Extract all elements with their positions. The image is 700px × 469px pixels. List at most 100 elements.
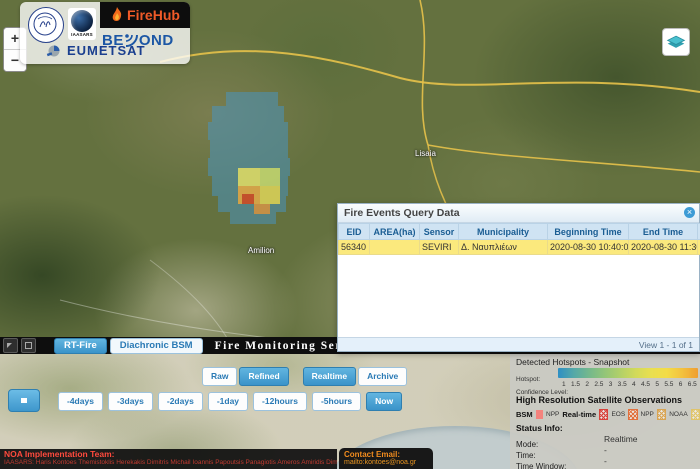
- hotspot-cell-detection: [226, 92, 278, 106]
- status-value: -: [604, 456, 607, 466]
- hotspot-cell-confidence: [238, 168, 260, 186]
- window-icon: [25, 342, 32, 349]
- column-header[interactable]: Municipality: [459, 224, 548, 240]
- panel-toggle-button[interactable]: [8, 389, 40, 412]
- confidence-tick: 6.5: [686, 381, 698, 388]
- confidence-tick: 6: [675, 381, 687, 388]
- layers-button[interactable]: [662, 28, 690, 56]
- time-button-minus-5hours[interactable]: -5hours: [312, 392, 361, 411]
- status-row: Mode:Realtime: [516, 434, 700, 445]
- table-cell: SEVIRI: [420, 240, 459, 255]
- contact-email-value[interactable]: mailto:kontoes@noa.gr: [344, 459, 433, 467]
- close-icon[interactable]: ×: [684, 207, 695, 218]
- iaasars-label: IAASARS: [68, 32, 96, 38]
- legend-status-panel: Detected Hotspots - Snapshot Hotspot: Co…: [510, 354, 700, 469]
- confidence-tick: 2: [581, 381, 593, 388]
- place-label: Amilion: [248, 246, 274, 255]
- time-button-row: -4days -3days -2days -1day -12hours -5hours No…: [58, 392, 402, 411]
- toggle-dot-icon: [21, 398, 27, 403]
- table-cell: 56340: [339, 240, 370, 255]
- button-group: RealtimeArchive: [303, 367, 408, 386]
- contact-email-label: Contact Email:: [344, 450, 433, 459]
- column-header[interactable]: AREA(ha): [370, 224, 420, 240]
- legend-swatch: [628, 409, 637, 420]
- hotspot-cell-confidence: [260, 168, 280, 186]
- tab-rt-fire[interactable]: RT-Fire: [54, 338, 107, 354]
- status-value: -: [604, 445, 607, 455]
- time-button-minus-3days[interactable]: -3days: [108, 392, 153, 411]
- button-group: RawRefined: [202, 367, 289, 386]
- column-header[interactable]: End Time: [629, 224, 698, 240]
- satellite-icon: [46, 43, 63, 58]
- hr-observations-title: High Resolution Satellite Observations: [516, 395, 700, 408]
- fire-events-query-panel: Fire Events Query Data × EIDAREA(ha)Sens…: [337, 203, 700, 352]
- column-header[interactable]: Beginning Time: [548, 224, 629, 240]
- refined-button[interactable]: Refined: [239, 367, 288, 386]
- confidence-tick: 5.5: [663, 381, 675, 388]
- query-panel-header: Fire Events Query Data ×: [338, 204, 699, 223]
- table-cell: [370, 240, 420, 255]
- iaasars-logo: IAASARS: [68, 8, 96, 40]
- legend-label: NPP: [641, 411, 654, 418]
- time-button-minus-1day[interactable]: -1day: [208, 392, 248, 411]
- confidence-tick: 3.5: [616, 381, 628, 388]
- confidence-tick: 1: [558, 381, 570, 388]
- eumetsat-label: EUMETSAT: [67, 43, 146, 58]
- confidence-tick: 5: [651, 381, 663, 388]
- mode-button-groups: RawRefined RealtimeArchive: [202, 367, 407, 386]
- legend-label: NOAA: [669, 411, 687, 418]
- column-header[interactable]: EID: [339, 224, 370, 240]
- legend-label: EOS: [611, 411, 625, 418]
- confidence-tick: 2.5: [593, 381, 605, 388]
- archive-button[interactable]: Archive: [358, 367, 407, 386]
- status-row: Time:-: [516, 445, 700, 456]
- hotspot-cell-detection: [212, 106, 284, 122]
- iaasars-globe-icon: [71, 10, 93, 32]
- team-members: IAASARS: Haris Kontoes Themistoklis Here…: [4, 459, 337, 467]
- table-row[interactable]: 56340 SEVIRIΔ. Ναυπλιέων2020-08-30 10:40:…: [339, 240, 700, 255]
- satellite-legend: BSMNPPReal-timeEOSNPPNOAA: [516, 408, 700, 421]
- tab-diachronic-bsm[interactable]: Diachronic BSM: [110, 338, 203, 354]
- confidence-tick: 1.5: [570, 381, 582, 388]
- status-row: Time Window:-: [516, 456, 700, 467]
- hotspot-cell-confidence: [260, 186, 280, 204]
- confidence-gradient-bar: [558, 368, 698, 378]
- flame-icon: [110, 6, 124, 24]
- table-cell: Δ. Ναυπλιέων: [459, 240, 548, 255]
- confidence-tick-labels: 11.522.533.544.555.566.5: [558, 381, 698, 388]
- arrow-icon: [7, 343, 12, 348]
- column-header[interactable]: Sensor: [420, 224, 459, 240]
- eumetsat-logo: EUMETSAT: [46, 43, 146, 58]
- firehub-logo: FireHub: [100, 2, 190, 28]
- overview-map[interactable]: RawRefinedRealtimeArchive -4days-3days-2…: [0, 354, 700, 469]
- time-button-now[interactable]: Now: [366, 392, 402, 411]
- place-label: Lisaia: [415, 149, 436, 158]
- raw-button[interactable]: Raw: [202, 367, 237, 386]
- hotspot-cell-detection: [208, 122, 288, 140]
- realtime-button[interactable]: Realtime: [303, 367, 356, 386]
- time-button-minus-4days[interactable]: -4days: [58, 392, 103, 411]
- service-tabs: RT-FireDiachronic BSM: [54, 338, 203, 354]
- legend-swatch: [691, 409, 700, 420]
- logo-panel: IAASARS FireHub BE OND EUMETSAT: [20, 2, 190, 64]
- confidence-tick: 4.5: [640, 381, 652, 388]
- pan-button[interactable]: [3, 338, 18, 353]
- layers-icon: [666, 33, 686, 51]
- table-cell: 2020-08-30 10:40:00: [548, 240, 629, 255]
- confidence-level-label: Confidence Level:: [516, 389, 568, 396]
- fire-hotspot-overlay: [208, 92, 292, 224]
- noa-logo: [28, 7, 64, 43]
- window-button[interactable]: [21, 338, 36, 353]
- implementation-team-band: NOA Implementation Team: IAASARS: Haris …: [0, 449, 337, 469]
- legend-label: NPP: [546, 411, 559, 418]
- legend-swatch: [657, 409, 666, 420]
- legend-swatch: [599, 409, 608, 420]
- hotspot-cell-detection: [210, 140, 288, 158]
- legend-swatch: [536, 410, 543, 419]
- hotspot-cell-confidence: [242, 194, 254, 204]
- time-button-minus-2days[interactable]: -2days: [158, 392, 203, 411]
- hotspots-legend-title: Detected Hotspots - Snapshot: [516, 357, 700, 368]
- time-button-minus-12hours[interactable]: -12hours: [253, 392, 307, 411]
- table-cell: 2020-08-30 11:30:00: [629, 240, 698, 255]
- table-pagination: View 1 - 1 of 1: [338, 337, 699, 351]
